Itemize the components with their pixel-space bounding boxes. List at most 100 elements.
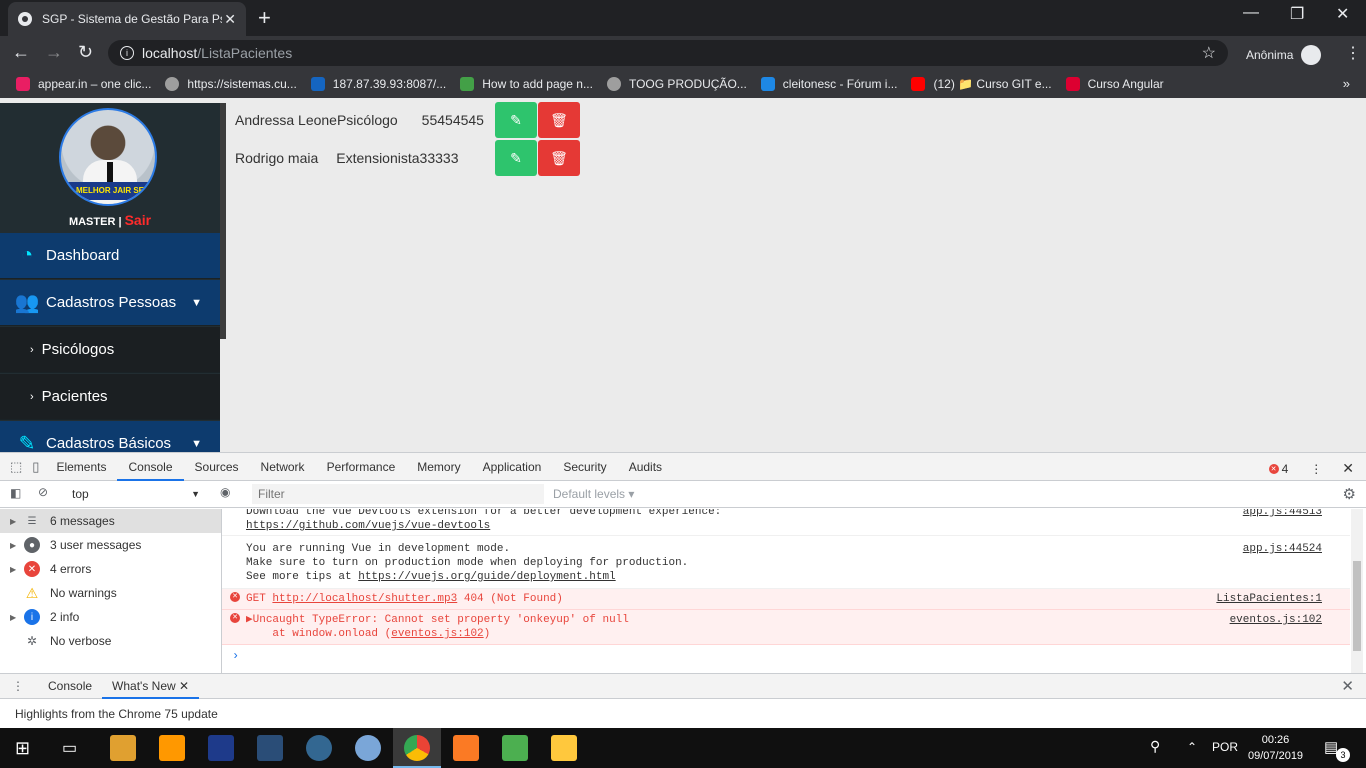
tab-console[interactable]: Console (117, 453, 184, 481)
page-scrollbar[interactable] (220, 103, 226, 339)
delete-button[interactable]: 🗑 (538, 140, 580, 176)
profile-button[interactable]: Anônima (1246, 45, 1322, 65)
close-devtools-icon[interactable]: ✕ (1342, 460, 1354, 477)
clear-console-icon[interactable]: ⊘ (38, 485, 48, 499)
windows-start-icon[interactable]: ⊞ (15, 738, 30, 759)
console-prompt[interactable]: › (222, 645, 1350, 663)
console-filter-input[interactable] (252, 484, 544, 504)
sidebar-item-psicologos[interactable]: › Psicólogos (0, 327, 220, 373)
console-link[interactable]: http://localhost/shutter.mp3 (272, 593, 457, 605)
console-error[interactable]: ✕ ▶Uncaught TypeError: Cannot set proper… (222, 610, 1350, 645)
tab-application[interactable]: Application (472, 453, 553, 481)
sidebar-messages[interactable]: ▶ ☰ 6 messages (0, 509, 221, 533)
language-indicator[interactable]: POR (1212, 740, 1238, 754)
drawer-tab-console[interactable]: Console (38, 673, 102, 699)
chart-app-icon[interactable] (502, 735, 528, 761)
address-bar[interactable]: i localhost/ListaPacientes ☆ (108, 40, 1228, 66)
postgres-icon[interactable] (306, 735, 332, 761)
bookmark-item[interactable]: How to add page n... (460, 77, 593, 91)
bookmarks-overflow-icon[interactable]: » (1343, 76, 1350, 91)
tray-overflow-icon[interactable]: ⌃ (1187, 740, 1197, 754)
xampp-icon[interactable] (453, 735, 479, 761)
close-drawer-icon[interactable]: ✕ (1341, 677, 1354, 695)
sidebar-item-cadastros-pessoas[interactable]: 👥 Cadastros Pessoas ▼ (0, 280, 220, 326)
tab-elements[interactable]: Elements (45, 453, 117, 481)
chrome-taskbar-button[interactable] (393, 728, 441, 768)
task-view-icon[interactable]: ▭ (62, 738, 77, 758)
expand-icon[interactable]: ▶ (10, 541, 24, 550)
bookmark-item[interactable]: https://sistemas.cu... (165, 77, 297, 91)
tab-memory[interactable]: Memory (406, 453, 471, 481)
chrome-menu-icon[interactable]: ⋮ (1345, 43, 1361, 63)
inspect-icon[interactable]: ⬚ (10, 459, 22, 475)
close-tab-icon[interactable]: ✕ (179, 679, 189, 693)
sidebar-user-messages[interactable]: ▶ ● 3 user messages (0, 533, 221, 557)
delete-button[interactable]: 🗑 (538, 102, 580, 138)
expand-icon[interactable]: ▶ (10, 613, 24, 622)
forward-icon[interactable]: → (45, 42, 63, 63)
drawer-menu-icon[interactable]: ⋮ (12, 679, 24, 693)
maximize-button[interactable]: ❐ (1290, 4, 1304, 24)
logout-link[interactable]: Sair (125, 212, 151, 228)
edit-button[interactable]: ✎ (495, 102, 537, 138)
edit-icon: ✎ (510, 111, 522, 128)
maker-icon[interactable] (208, 735, 234, 761)
back-icon[interactable]: ← (12, 42, 30, 63)
bookmark-item[interactable]: 187.87.39.93:8087/... (310, 77, 446, 91)
source-link[interactable]: app.js:44513 (1243, 509, 1322, 519)
expand-icon[interactable]: ▶ (10, 517, 24, 526)
source-link[interactable]: app.js:44524 (1243, 542, 1322, 556)
error-count[interactable]: 4 (1282, 462, 1289, 476)
sidebar-verbose[interactable]: ✲ No verbose (0, 629, 221, 653)
bookmark-item[interactable]: TOOG PRODUÇÃO... (606, 77, 747, 91)
context-select[interactable]: top ▼ (66, 483, 206, 505)
mysql-workbench-icon[interactable] (257, 735, 283, 761)
sidebar-errors[interactable]: ▶ ✕ 4 errors (0, 557, 221, 581)
tab-security[interactable]: Security (552, 453, 617, 481)
live-expression-eye-icon[interactable]: ◉ (220, 485, 230, 499)
bookmark-item[interactable]: Curso Angular (1065, 77, 1164, 91)
expand-icon[interactable]: ▶ (10, 565, 24, 574)
browser-tab[interactable]: SGP - Sistema de Gestão Para Psi ✕ (8, 2, 246, 36)
close-window-button[interactable]: ✕ (1336, 4, 1349, 24)
bookmark-star-icon[interactable]: ☆ (1202, 43, 1216, 63)
new-tab-button[interactable]: + (258, 5, 271, 31)
bookmark-item[interactable]: (12) 📁 Curso GIT e... (911, 77, 1052, 91)
sidebar-info[interactable]: ▶ i 2 info (0, 605, 221, 629)
edit-button[interactable]: ✎ (495, 140, 537, 176)
people-icon[interactable]: ⚲ (1150, 738, 1160, 755)
sidebar-toggle-icon[interactable]: ◧ (10, 486, 21, 500)
gear-icon[interactable]: ⚙ (1343, 485, 1356, 503)
device-toolbar-icon[interactable]: ▯ (32, 459, 39, 475)
paint-icon[interactable] (355, 735, 381, 761)
tab-performance[interactable]: Performance (316, 453, 407, 481)
tab-sources[interactable]: Sources (184, 453, 250, 481)
sidebar-item-dashboard[interactable]: ◔ Dashboard (0, 233, 220, 279)
source-link[interactable]: eventos.js:102 (1230, 613, 1322, 627)
console-link[interactable]: eventos.js:102 (391, 628, 483, 640)
clock[interactable]: 00:26 09/07/2019 (1248, 732, 1303, 764)
console-scrollbar[interactable] (1351, 509, 1363, 673)
bookmark-item[interactable]: cleitonesc - Fórum i... (760, 77, 897, 91)
drawer-tab-whats-new[interactable]: What's New ✕ (102, 673, 200, 699)
file-explorer-icon[interactable] (551, 735, 577, 761)
sidebar-item-pacientes[interactable]: › Pacientes (0, 374, 220, 420)
bookmark-item[interactable]: appear.in – one clic... (16, 77, 151, 91)
console-link[interactable]: https://github.com/vuejs/vue-devtools (246, 520, 490, 532)
console-link[interactable]: https://vuejs.org/guide/deployment.html (358, 571, 615, 583)
globe-icon (18, 12, 32, 26)
minimize-button[interactable]: — (1243, 4, 1259, 22)
tab-close-icon[interactable]: ✕ (224, 11, 236, 28)
tab-audits[interactable]: Audits (618, 453, 673, 481)
source-link[interactable]: ListaPacientes:1 (1216, 592, 1322, 606)
site-info-icon[interactable]: i (120, 46, 134, 60)
bookmarks-bar: appear.in – one clic... https://sistemas… (0, 70, 1366, 98)
sidebar-warnings[interactable]: ⚠ No warnings (0, 581, 221, 605)
sidebar-item-cadastros-basicos[interactable]: ✎ Cadastros Básicos ▼ (0, 421, 220, 452)
tab-network[interactable]: Network (250, 453, 316, 481)
reload-icon[interactable]: ↻ (78, 42, 93, 63)
log-levels-dropdown[interactable]: Default levels ▾ (553, 487, 634, 501)
java-icon[interactable] (110, 735, 136, 761)
devtools-menu-icon[interactable]: ⋮ (1310, 462, 1322, 476)
sublime-icon[interactable] (159, 735, 185, 761)
